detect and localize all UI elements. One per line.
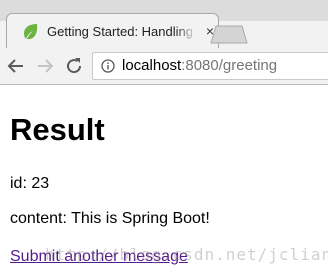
content-line: content: This is Spring Boot! xyxy=(10,210,210,227)
spring-leaf-icon xyxy=(24,24,38,40)
back-arrow-icon[interactable] xyxy=(6,56,26,76)
tab-title: Getting Started: Handling Form Submissio… xyxy=(47,23,197,41)
new-tab-button[interactable] xyxy=(210,25,248,44)
url-text: localhost:8080/greeting xyxy=(122,57,277,75)
reload-icon[interactable] xyxy=(64,56,84,76)
tab-strip: Getting Started: Handling Form Submissio… xyxy=(0,0,328,48)
page-title: Result xyxy=(10,112,105,147)
id-line: id: 23 xyxy=(10,175,50,192)
forward-arrow-icon[interactable] xyxy=(35,56,55,76)
info-icon[interactable] xyxy=(101,59,115,73)
browser-toolbar: localhost:8080/greeting xyxy=(0,48,328,85)
watermark: http://blog.csdn.net/jclian91 xyxy=(45,245,328,264)
address-bar[interactable]: localhost:8080/greeting xyxy=(92,52,328,80)
url-host: localhost xyxy=(122,57,182,74)
browser-tab[interactable]: Getting Started: Handling Form Submissio… xyxy=(6,13,219,48)
page-content: Result id: 23 content: This is Spring Bo… xyxy=(0,85,328,273)
url-path: :8080/greeting xyxy=(181,57,278,74)
